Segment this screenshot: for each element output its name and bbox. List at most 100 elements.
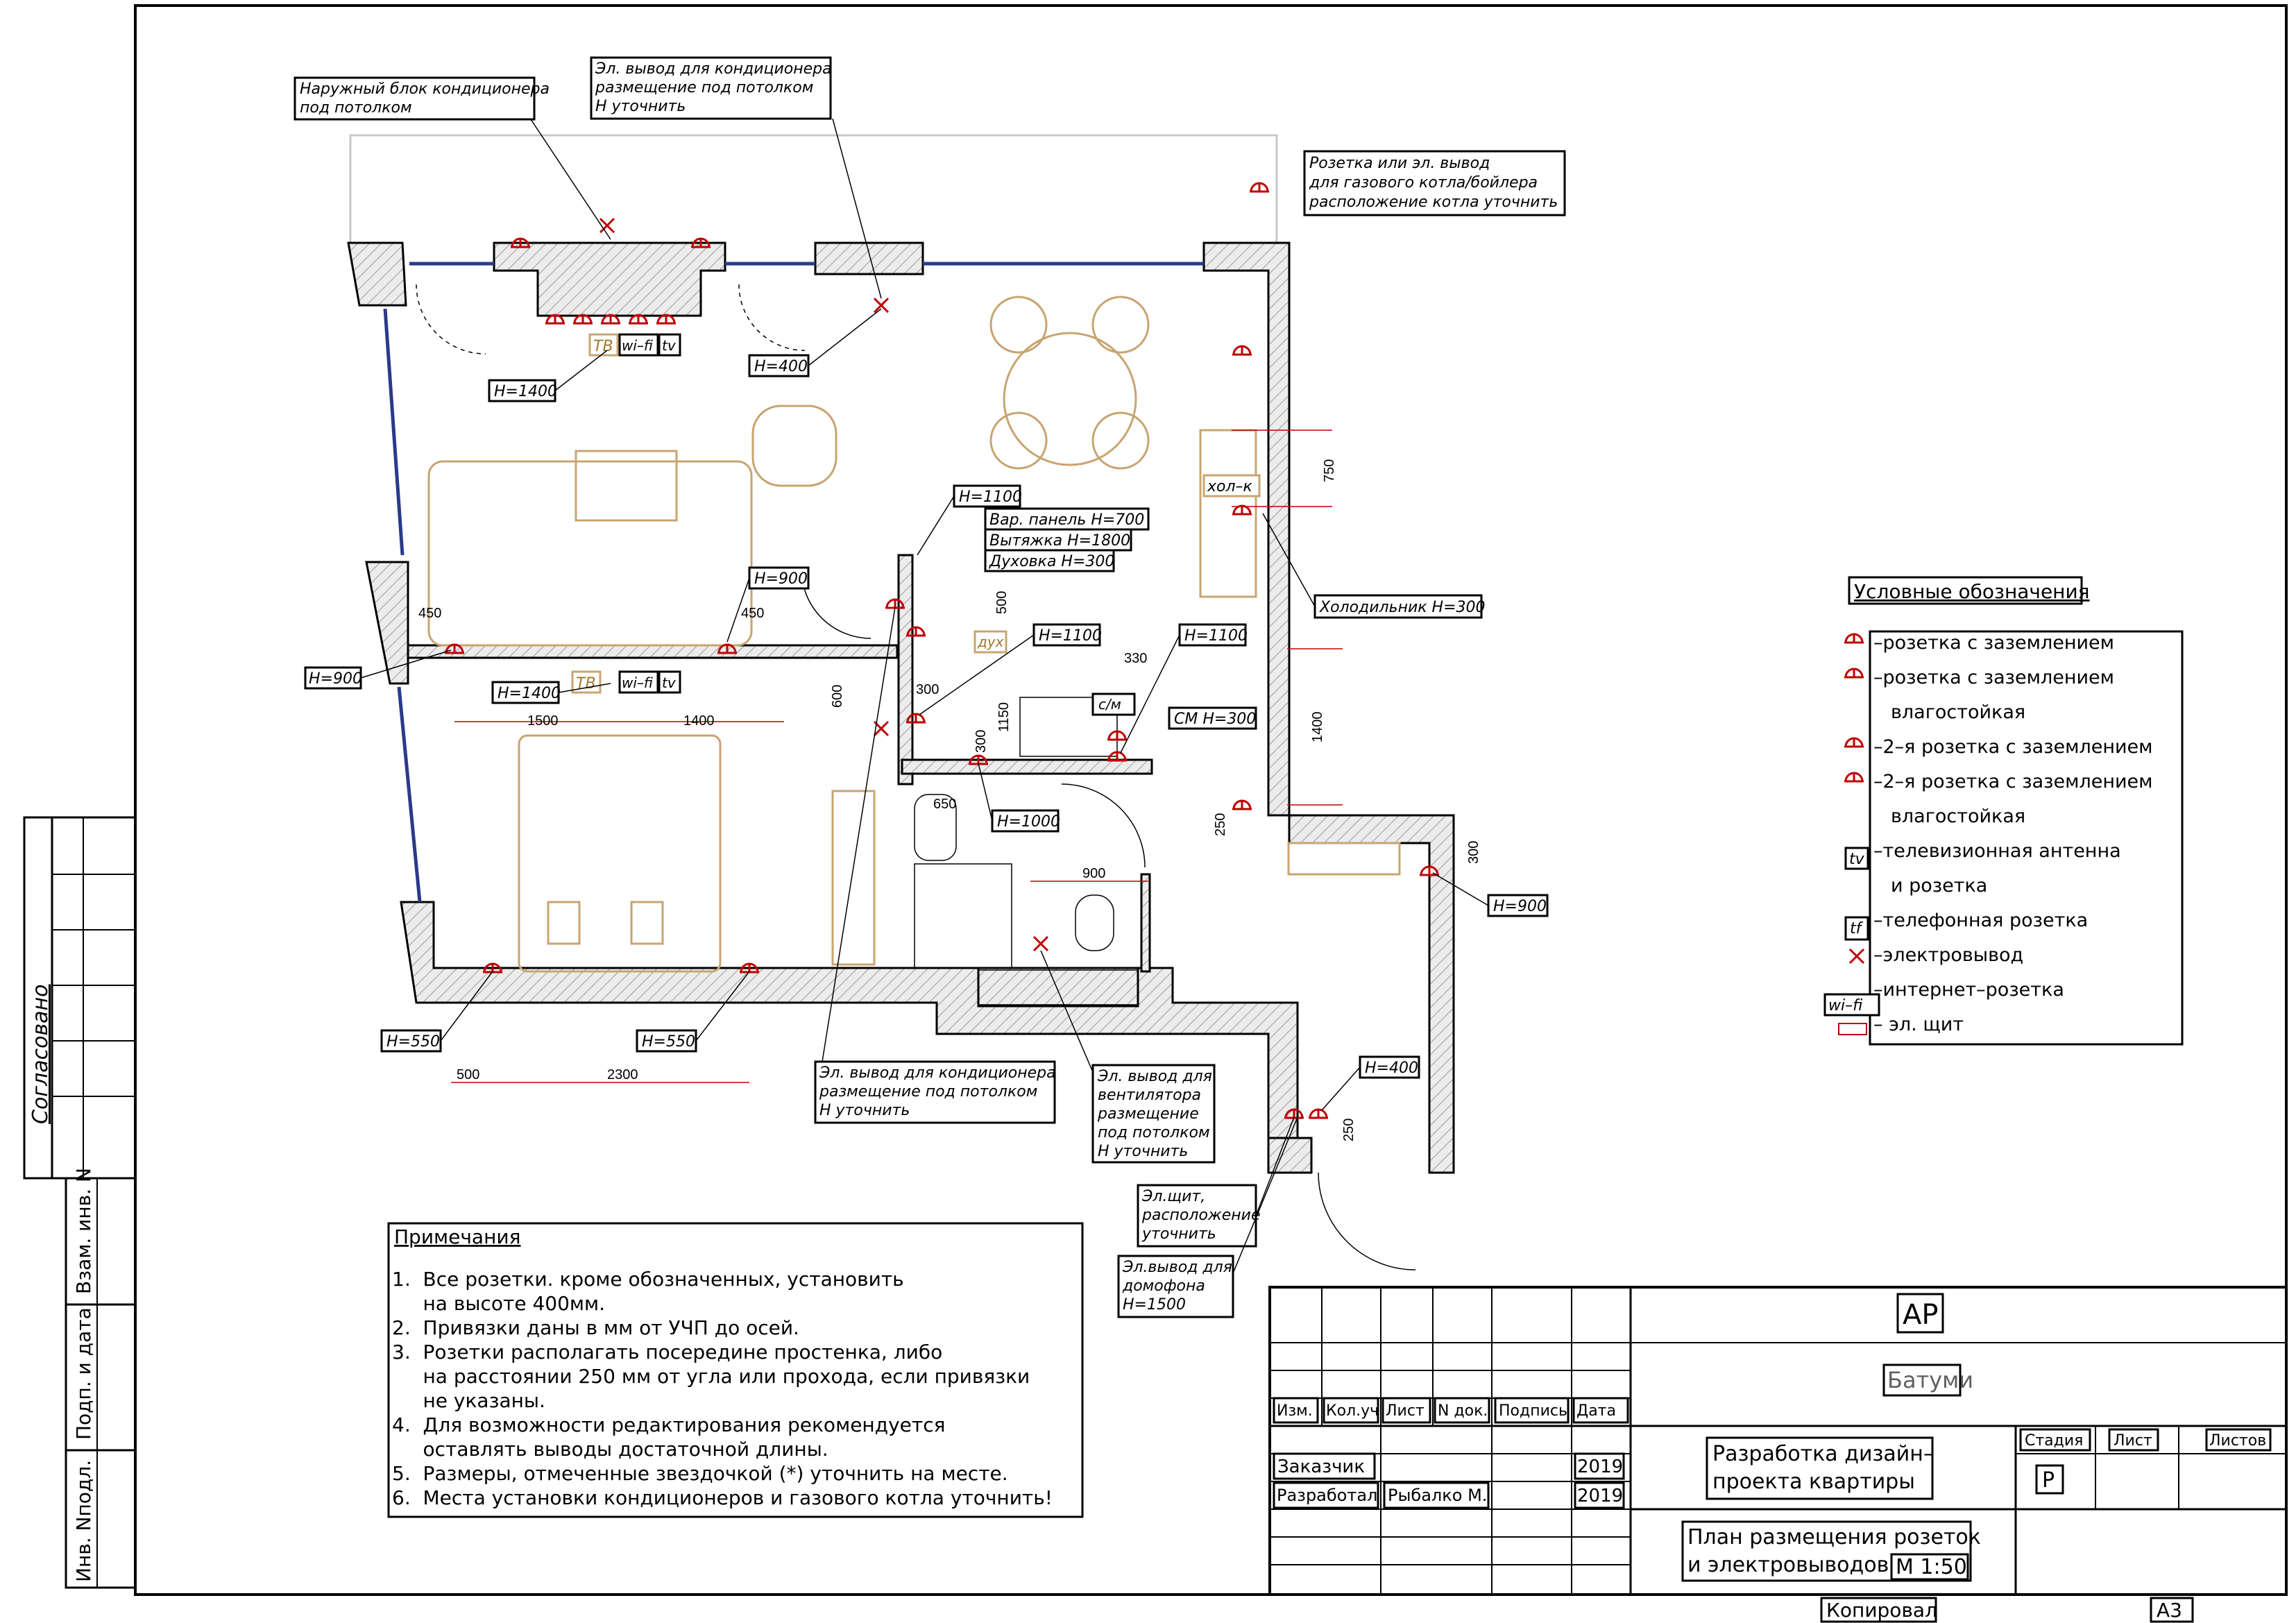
- callout-ac-bottom-1: Эл. вывод для кондиционера: [819, 1064, 1056, 1082]
- tb-h-kol: Кол.уч: [1326, 1402, 1379, 1420]
- tag-tv-mid: ТВ: [576, 675, 596, 692]
- height-400-top: Н=400: [754, 358, 808, 375]
- dim-2300: 2300: [607, 1067, 638, 1082]
- tag-tv-small-top: tv: [662, 337, 677, 354]
- legend-item-2: влагостойкая: [1891, 702, 2025, 723]
- dim-1500: 1500: [527, 713, 559, 729]
- tb-customer: Заказчик: [1277, 1456, 1365, 1477]
- dim-300-b: 300: [973, 730, 989, 753]
- tb-sheet-title-2: и электровыводов: [1687, 1553, 1889, 1577]
- legend: Условные обозначения tv tf wi–fi –розетк…: [1823, 576, 2184, 1046]
- legend-item-11: – эл. щит: [1873, 1014, 1964, 1035]
- notes-line-1: на высоте 400мм.: [392, 1292, 605, 1315]
- dim-500: 500: [994, 591, 1010, 614]
- height-900-a: Н=900: [754, 570, 808, 588]
- dim-450-right: 450: [741, 606, 764, 621]
- notes-line-4: на расстоянии 250 мм от угла или прохода…: [392, 1365, 1030, 1388]
- callout-outdoor-ac-2: под потолком: [300, 99, 412, 117]
- height-1100-a: Н=1100: [959, 488, 1022, 506]
- callout-washer: СМ Н=300: [1174, 711, 1256, 728]
- callout-outdoor-ac-1: Наружный блок кондиционера: [300, 80, 550, 98]
- height-1100-c: Н=1100: [1184, 627, 1248, 645]
- dim-300-a: 300: [916, 682, 939, 697]
- tag-washer: с/м: [1098, 696, 1121, 713]
- height-900-right: Н=900: [1493, 898, 1547, 915]
- tag-oven: дух: [977, 634, 1004, 650]
- legend-item-1: –розетка с заземлением: [1873, 667, 2114, 688]
- legend-item-8: –телефонная розетка: [1873, 910, 2088, 931]
- legend-item-3: –2–я розетка с заземлением: [1873, 736, 2153, 758]
- notes-line-7: оставлять выводы достаточной длины.: [392, 1438, 828, 1461]
- tb-city: Батуми: [1887, 1367, 1973, 1393]
- tag-wifi-mid: wi–fi: [622, 674, 653, 691]
- notes-line-5: не указаны.: [392, 1389, 545, 1412]
- callout-fan-4: под потолком: [1098, 1124, 1210, 1141]
- notes-line-6: 4. Для возможности редактирования рекоме…: [392, 1413, 945, 1436]
- tb-sheets-h: Листов: [2209, 1432, 2266, 1450]
- callout-fan-5: Н уточнить: [1098, 1143, 1188, 1160]
- tb-h-date: Дата: [1576, 1402, 1616, 1420]
- callout-intercom-1: Эл.вывод для: [1122, 1259, 1232, 1276]
- height-1100-b: Н=1100: [1039, 627, 1102, 645]
- side-stamp: Согласовано Взам. инв. N Подп. и дата Ин…: [23, 816, 137, 1589]
- callout-intercom-2: домофона: [1122, 1277, 1205, 1295]
- height-1400-top: Н=1400: [494, 383, 557, 400]
- height-550-a: Н=550: [386, 1033, 440, 1051]
- tb-h-izm: Изм.: [1277, 1402, 1313, 1420]
- callout-fan-3: размещение: [1097, 1105, 1199, 1123]
- callout-ac-top-2: размещение под потолком: [595, 79, 813, 96]
- height-900-left: Н=900: [309, 670, 362, 688]
- tb-format: А3: [2157, 1599, 2182, 1622]
- callout-ac-bottom-3: Н уточнить: [819, 1102, 910, 1119]
- dim-900: 900: [1082, 866, 1105, 881]
- tb-developer-name: Рыбалко М.: [1388, 1486, 1487, 1505]
- legend-item-10: –интернет–розетка: [1873, 979, 2064, 1001]
- callout-panel-2: расположение: [1141, 1207, 1260, 1224]
- tag-wifi-top: wi–fi: [622, 337, 653, 354]
- tb-project-1: Разработка дизайн–: [1712, 1442, 1934, 1466]
- legend-badge-wifi: wi–fi: [1828, 997, 1863, 1014]
- dim-450-left: 450: [418, 606, 441, 621]
- tag-fridge: хол–к: [1207, 478, 1253, 495]
- callout-hob: Вар. панель Н=700: [989, 511, 1144, 529]
- tb-stage-h: Стадия: [2025, 1432, 2083, 1450]
- side-stamp-agreed: Согласовано: [28, 984, 53, 1124]
- tb-sheet-h: Лист: [2114, 1432, 2152, 1450]
- height-550-b: Н=550: [642, 1033, 695, 1051]
- callout-intercom-3: Н=1500: [1123, 1296, 1186, 1314]
- callout-ac-top-3: Н уточнить: [595, 98, 686, 115]
- dim-650: 650: [933, 797, 956, 812]
- dim-1150: 1150: [996, 702, 1012, 732]
- callout-fan-1: Эл. вывод для: [1097, 1068, 1212, 1085]
- callout-ac-top-1: Эл. вывод для кондиционера: [595, 60, 832, 78]
- callout-gas-3: расположение котла уточнить: [1309, 194, 1558, 211]
- callout-oven: Духовка Н=300: [989, 553, 1114, 570]
- dim-300-c: 300: [1466, 841, 1481, 864]
- tag-tv-small-mid: tv: [662, 674, 677, 691]
- notes-title: Примечания: [394, 1225, 520, 1248]
- dim-1400: 1400: [683, 713, 715, 729]
- tb-h-ndoc: N док.: [1438, 1402, 1488, 1420]
- notes-line-3: 3. Розетки располагать посередине просте…: [392, 1341, 942, 1363]
- legend-title: Условные обозначения: [1854, 580, 2090, 603]
- dim-250-a: 250: [1213, 813, 1228, 836]
- dim-1400-v: 1400: [1310, 712, 1325, 743]
- legend-item-6: –телевизионная антенна: [1873, 840, 2121, 862]
- callout-fridge: Холодильник Н=300: [1319, 599, 1486, 616]
- legend-item-4: –2–я розетка с заземлением: [1873, 771, 2153, 792]
- tb-developer-year: 2019: [1577, 1486, 1623, 1506]
- dim-600: 600: [830, 685, 845, 708]
- height-1000: Н=1000: [997, 813, 1060, 831]
- tb-copied: Копировал: [1826, 1599, 1937, 1622]
- height-1400-mid: Н=1400: [498, 685, 561, 702]
- notes-line-0: 1. Все розетки. кроме обозначенных, уста…: [392, 1268, 904, 1291]
- height-400-door: Н=400: [1365, 1060, 1418, 1077]
- callout-panel-1: Эл.щит,: [1141, 1188, 1205, 1205]
- dim-250-b: 250: [1341, 1119, 1357, 1141]
- notes-line-8: 5. Размеры, отмеченные звездочкой (*) ут…: [392, 1462, 1008, 1485]
- legend-item-7: и розетка: [1891, 875, 1987, 897]
- tb-stage: Р: [2042, 1468, 2055, 1493]
- tag-tv-top: ТВ: [593, 338, 613, 355]
- legend-item-0: –розетка с заземлением: [1873, 632, 2114, 654]
- dim-330: 330: [1124, 651, 1147, 666]
